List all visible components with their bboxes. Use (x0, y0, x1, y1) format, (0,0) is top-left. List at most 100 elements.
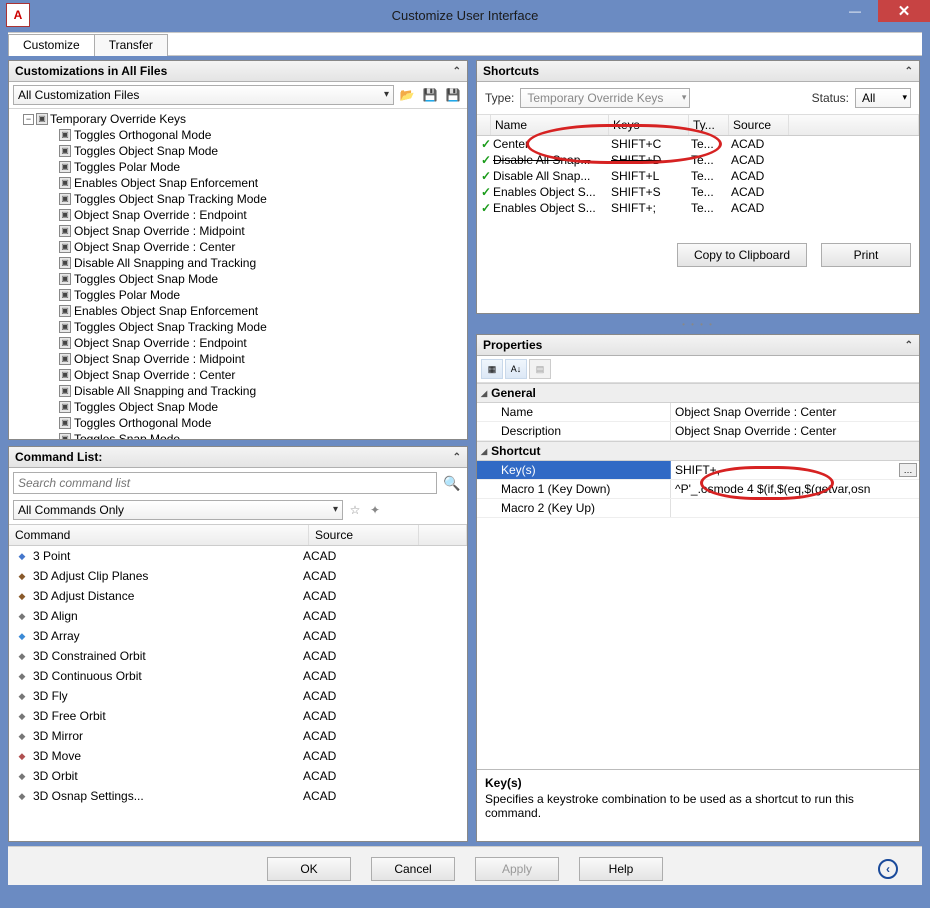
shortcut-row[interactable]: ✓Disable All Snap...SHIFT+DTe...ACAD (477, 152, 919, 168)
collapse-node-icon[interactable]: − (23, 114, 34, 125)
tree-item[interactable]: ▣Object Snap Override : Endpoint (59, 207, 465, 223)
tree-item[interactable]: ▣Object Snap Override : Endpoint (59, 335, 465, 351)
prop-row-macro1[interactable]: Macro 1 (Key Down) ^P'_.osmode 4 $(if,$(… (477, 480, 919, 499)
apply-button[interactable]: Apply (475, 857, 559, 881)
prop-value[interactable]: ^P'_.osmode 4 $(if,$(eq,$(getvar,osn (671, 480, 919, 498)
alphabetical-icon[interactable]: A↓ (505, 359, 527, 379)
copy-to-clipboard-button[interactable]: Copy to Clipboard (677, 243, 807, 267)
command-row[interactable]: ◆3D Constrained OrbitACAD (9, 646, 467, 666)
search-input[interactable] (13, 472, 437, 494)
col-source[interactable]: Source (729, 115, 789, 135)
print-button[interactable]: Print (821, 243, 911, 267)
command-row[interactable]: ◆3 PointACAD (9, 546, 467, 566)
ellipsis-button[interactable]: … (899, 463, 917, 477)
tree-root[interactable]: − ▣ Temporary Override Keys (23, 111, 465, 127)
command-row[interactable]: ◆3D MirrorACAD (9, 726, 467, 746)
col-source[interactable]: Source (309, 525, 419, 545)
tab-transfer[interactable]: Transfer (94, 34, 168, 56)
property-pages-icon[interactable]: ▤ (529, 359, 551, 379)
close-button[interactable]: ✕ (878, 0, 930, 22)
collapse-icon[interactable]: ⌃ (905, 66, 913, 77)
command-list[interactable]: ◆3 PointACAD◆3D Adjust Clip PlanesACAD◆3… (9, 546, 467, 841)
minimize-button[interactable]: — (832, 0, 878, 22)
shortcut-row[interactable]: ✓Enables Object S...SHIFT+;Te...ACAD (477, 200, 919, 216)
tree-view[interactable]: − ▣ Temporary Override Keys ▣Toggles Ort… (9, 109, 467, 439)
tree-item-label: Object Snap Override : Midpoint (74, 352, 245, 366)
tree-item[interactable]: ▣Disable All Snapping and Tracking (59, 255, 465, 271)
search-icon[interactable]: 🔍 (441, 472, 463, 494)
shortcut-row[interactable]: ✓Disable All Snap...SHIFT+LTe...ACAD (477, 168, 919, 184)
ok-button[interactable]: OK (267, 857, 351, 881)
col-type[interactable]: Ty... (689, 115, 729, 135)
tree-item[interactable]: ▣Toggles Object Snap Tracking Mode (59, 319, 465, 335)
command-row[interactable]: ◆3D Free OrbitACAD (9, 706, 467, 726)
star-add-icon[interactable]: ✦ (367, 502, 383, 518)
prop-row-name[interactable]: Name Object Snap Override : Center (477, 403, 919, 422)
tree-item[interactable]: ▣Toggles Polar Mode (59, 159, 465, 175)
command-filter-dropdown[interactable]: All Commands Only (13, 500, 343, 520)
col-keys[interactable]: Keys (609, 115, 689, 135)
command-row[interactable]: ◆3D Adjust DistanceACAD (9, 586, 467, 606)
categorized-icon[interactable]: ▦ (481, 359, 503, 379)
prop-value[interactable]: Object Snap Override : Center (671, 422, 919, 440)
open-icon[interactable]: 📂 (397, 86, 417, 104)
command-row[interactable]: ◆3D Osnap Settings...ACAD (9, 786, 467, 806)
command-name: 3D Align (33, 609, 78, 623)
prop-row-keys[interactable]: Key(s) SHIFT+, … (477, 461, 919, 480)
col-name[interactable]: Name (491, 115, 609, 135)
category-shortcut[interactable]: ◢Shortcut (477, 441, 919, 461)
command-row[interactable]: ◆3D Adjust Clip PlanesACAD (9, 566, 467, 586)
tree-item[interactable]: ▣Object Snap Override : Midpoint (59, 351, 465, 367)
command-row[interactable]: ◆3D ArrayACAD (9, 626, 467, 646)
command-row[interactable]: ◆3D Continuous OrbitACAD (9, 666, 467, 686)
tree-item[interactable]: ▣Toggles Orthogonal Mode (59, 415, 465, 431)
tree-item[interactable]: ▣Toggles Polar Mode (59, 287, 465, 303)
star-filter-icon[interactable]: ☆ (347, 502, 363, 518)
command-row[interactable]: ◆3D MoveACAD (9, 746, 467, 766)
tree-item[interactable]: ▣Toggles Object Snap Mode (59, 143, 465, 159)
tree-item[interactable]: ▣Object Snap Override : Center (59, 239, 465, 255)
save-as-icon[interactable]: 💾 (443, 86, 463, 104)
command-list-panel: Command List: ⌃ 🔍 All Commands Only ☆ ✦ … (8, 446, 468, 842)
prop-value[interactable] (671, 499, 919, 517)
cancel-button[interactable]: Cancel (371, 857, 455, 881)
help-button[interactable]: Help (579, 857, 663, 881)
tree-item[interactable]: ▣Enables Object Snap Enforcement (59, 303, 465, 319)
tree-item[interactable]: ▣Object Snap Override : Center (59, 367, 465, 383)
command-row[interactable]: ◆3D AlignACAD (9, 606, 467, 626)
command-source: ACAD (303, 569, 413, 583)
tree-item[interactable]: ▣Toggles Object Snap Tracking Mode (59, 191, 465, 207)
tree-item[interactable]: ▣Toggles Object Snap Mode (59, 271, 465, 287)
collapse-icon[interactable]: ⌃ (453, 452, 461, 463)
command-source: ACAD (303, 609, 413, 623)
tree-item[interactable]: ▣Toggles Object Snap Mode (59, 399, 465, 415)
prop-value[interactable]: SHIFT+, … (671, 461, 919, 479)
property-grid[interactable]: ◢General Name Object Snap Override : Cen… (477, 383, 919, 769)
tree-item[interactable]: ▣Enables Object Snap Enforcement (59, 175, 465, 191)
command-row[interactable]: ◆3D FlyACAD (9, 686, 467, 706)
category-general[interactable]: ◢General (477, 383, 919, 403)
tab-customize[interactable]: Customize (8, 34, 95, 56)
tree-item[interactable]: ▣Disable All Snapping and Tracking (59, 383, 465, 399)
shortcut-row[interactable]: ✓Enables Object S...SHIFT+STe...ACAD (477, 184, 919, 200)
col-command[interactable]: Command (9, 525, 309, 545)
save-icon[interactable]: 💾 (420, 86, 440, 104)
type-dropdown[interactable]: Temporary Override Keys (520, 88, 690, 108)
splitter-grip[interactable]: • • • • (476, 320, 920, 328)
shortcut-list[interactable]: ✓CenterSHIFT+CTe...ACAD✓Disable All Snap… (477, 136, 919, 232)
prop-value[interactable]: Object Snap Override : Center (671, 403, 919, 421)
command-row[interactable]: ◆3D OrbitACAD (9, 766, 467, 786)
prop-row-description[interactable]: Description Object Snap Override : Cente… (477, 422, 919, 441)
tree-item[interactable]: ▣Toggles Orthogonal Mode (59, 127, 465, 143)
tree-item[interactable]: ▣Toggles Snap Mode (59, 431, 465, 439)
tree-item-label: Enables Object Snap Enforcement (74, 176, 258, 190)
shortcut-keys: SHIFT+; (611, 201, 691, 215)
collapse-icon[interactable]: ⌃ (453, 66, 461, 77)
collapse-icon[interactable]: ⌃ (905, 340, 913, 351)
prop-row-macro2[interactable]: Macro 2 (Key Up) (477, 499, 919, 518)
customization-filter-dropdown[interactable]: All Customization Files (13, 85, 394, 105)
tree-item[interactable]: ▣Object Snap Override : Midpoint (59, 223, 465, 239)
shortcut-row[interactable]: ✓CenterSHIFT+CTe...ACAD (477, 136, 919, 152)
status-dropdown[interactable]: All (855, 88, 911, 108)
back-button[interactable]: ‹ (878, 859, 898, 879)
